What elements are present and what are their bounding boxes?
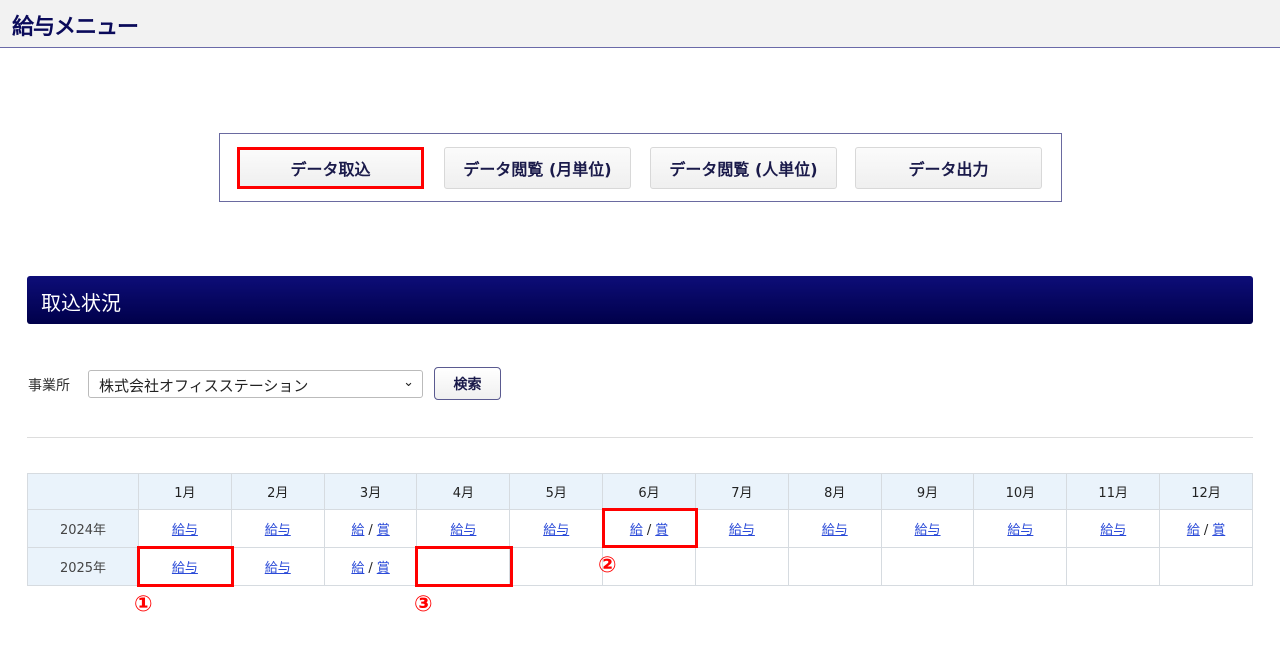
salary-link[interactable]: 給 [351,523,364,538]
corner-cell [27,473,139,510]
salary-link[interactable]: 給与 [915,523,941,538]
month-cell: 給与 [230,547,325,586]
data-import-button[interactable]: データ取込 [237,147,424,189]
salary-link[interactable]: 給与 [1100,523,1126,538]
chevron-down-icon: ⌄ [403,375,414,390]
data-view-monthly-button[interactable]: データ閲覧 (月単位) [444,147,631,189]
separator: / [368,523,373,538]
salary-link[interactable]: 給与 [265,523,291,538]
month-cell: 給与 [787,509,882,548]
month-header: 12月 [1159,473,1253,510]
month-header: 5月 [509,473,604,510]
office-select[interactable]: 株式会社オフィスステーション ⌄ [88,370,423,398]
month-cell: 給 / 賞 [323,509,418,548]
month-cell: 給与 [694,509,789,548]
month-header: 1月 [138,473,232,510]
month-cell: 給 / 賞 [1159,509,1253,548]
salary-link[interactable]: 給与 [172,523,198,538]
year-cell: 2025年 [27,547,139,586]
salary-link[interactable]: 給与 [265,561,291,576]
month-cell [1159,547,1253,586]
month-header: 10月 [973,473,1068,510]
bonus-link[interactable]: 賞 [1212,523,1225,538]
annotation-1: ① [134,592,153,617]
search-button[interactable]: 検索 [434,367,501,400]
month-header: 8月 [787,473,882,510]
bonus-link[interactable]: 賞 [377,523,390,538]
month-cell [973,547,1068,586]
month-cell: 給与 [880,509,975,548]
month-cell: 給与 [230,509,325,548]
month-cell: 給与 [509,509,604,548]
import-status-table: 1月 2月 3月 4月 5月 6月 7月 8月 9月 10月 11月 12月 2024年 給与 給与給 / 賞… [27,473,1253,586]
office-label: 事業所 [28,378,70,394]
salary-link[interactable]: 給 [1187,523,1200,538]
divider [27,437,1253,438]
month-header: 6月 [602,473,696,510]
year-cell: 2024年 [27,509,139,548]
month-cell: 給与 [138,547,232,586]
month-header: 9月 [880,473,975,510]
month-cell: 給与 [1066,509,1161,548]
salary-link[interactable]: 給与 [1007,523,1033,538]
bonus-link[interactable]: 賞 [655,523,668,538]
table-row: 2024年 給与 給与給 / 賞給与 給与給 / 賞給与 給与 給与 給与 給与給 / 賞 [27,509,1253,548]
separator: / [646,523,652,538]
page-header: 給与メニュー [0,0,1280,48]
month-cell: 給 / 賞 [323,547,418,586]
table-header-row: 1月 2月 3月 4月 5月 6月 7月 8月 9月 10月 11月 12月 [27,473,1253,510]
month-header: 11月 [1066,473,1161,510]
month-cell: 給与 [416,509,511,548]
month-cell: 給与 [973,509,1068,548]
month-header: 7月 [694,473,789,510]
salary-link[interactable]: 給与 [172,561,198,576]
separator: / [368,561,373,576]
month-header: 2月 [230,473,325,510]
month-header: 4月 [416,473,511,510]
salary-link[interactable]: 給与 [543,523,569,538]
bonus-link[interactable]: 賞 [377,561,390,576]
table-row: 2025年 給与 給与 給 / 賞 [27,547,1253,586]
annotation-2: ② [598,553,617,578]
salary-link[interactable]: 給与 [450,523,476,538]
salary-link[interactable]: 給 [630,523,643,538]
month-cell [694,547,789,586]
annotation-3: ③ [414,592,433,617]
month-cell [880,547,975,586]
month-cell: 給与 [138,509,232,548]
salary-link[interactable]: 給 [351,561,364,576]
month-header: 3月 [323,473,418,510]
salary-link[interactable]: 給与 [822,523,848,538]
section-title: 取込状況 [27,276,1253,324]
month-cell [1066,547,1161,586]
menu-toolbar: データ取込 データ閲覧 (月単位) データ閲覧 (人単位) データ出力 [219,133,1062,202]
salary-link[interactable]: 給与 [729,523,755,538]
month-cell [787,547,882,586]
month-cell [509,547,604,586]
data-export-button[interactable]: データ出力 [855,147,1042,189]
data-view-person-button[interactable]: データ閲覧 (人単位) [650,147,837,189]
month-cell [416,547,511,586]
office-select-value: 株式会社オフィスステーション [99,377,309,395]
separator: / [1203,523,1209,538]
page-title: 給与メニュー [12,15,139,40]
month-cell: 給 / 賞 [602,509,696,548]
